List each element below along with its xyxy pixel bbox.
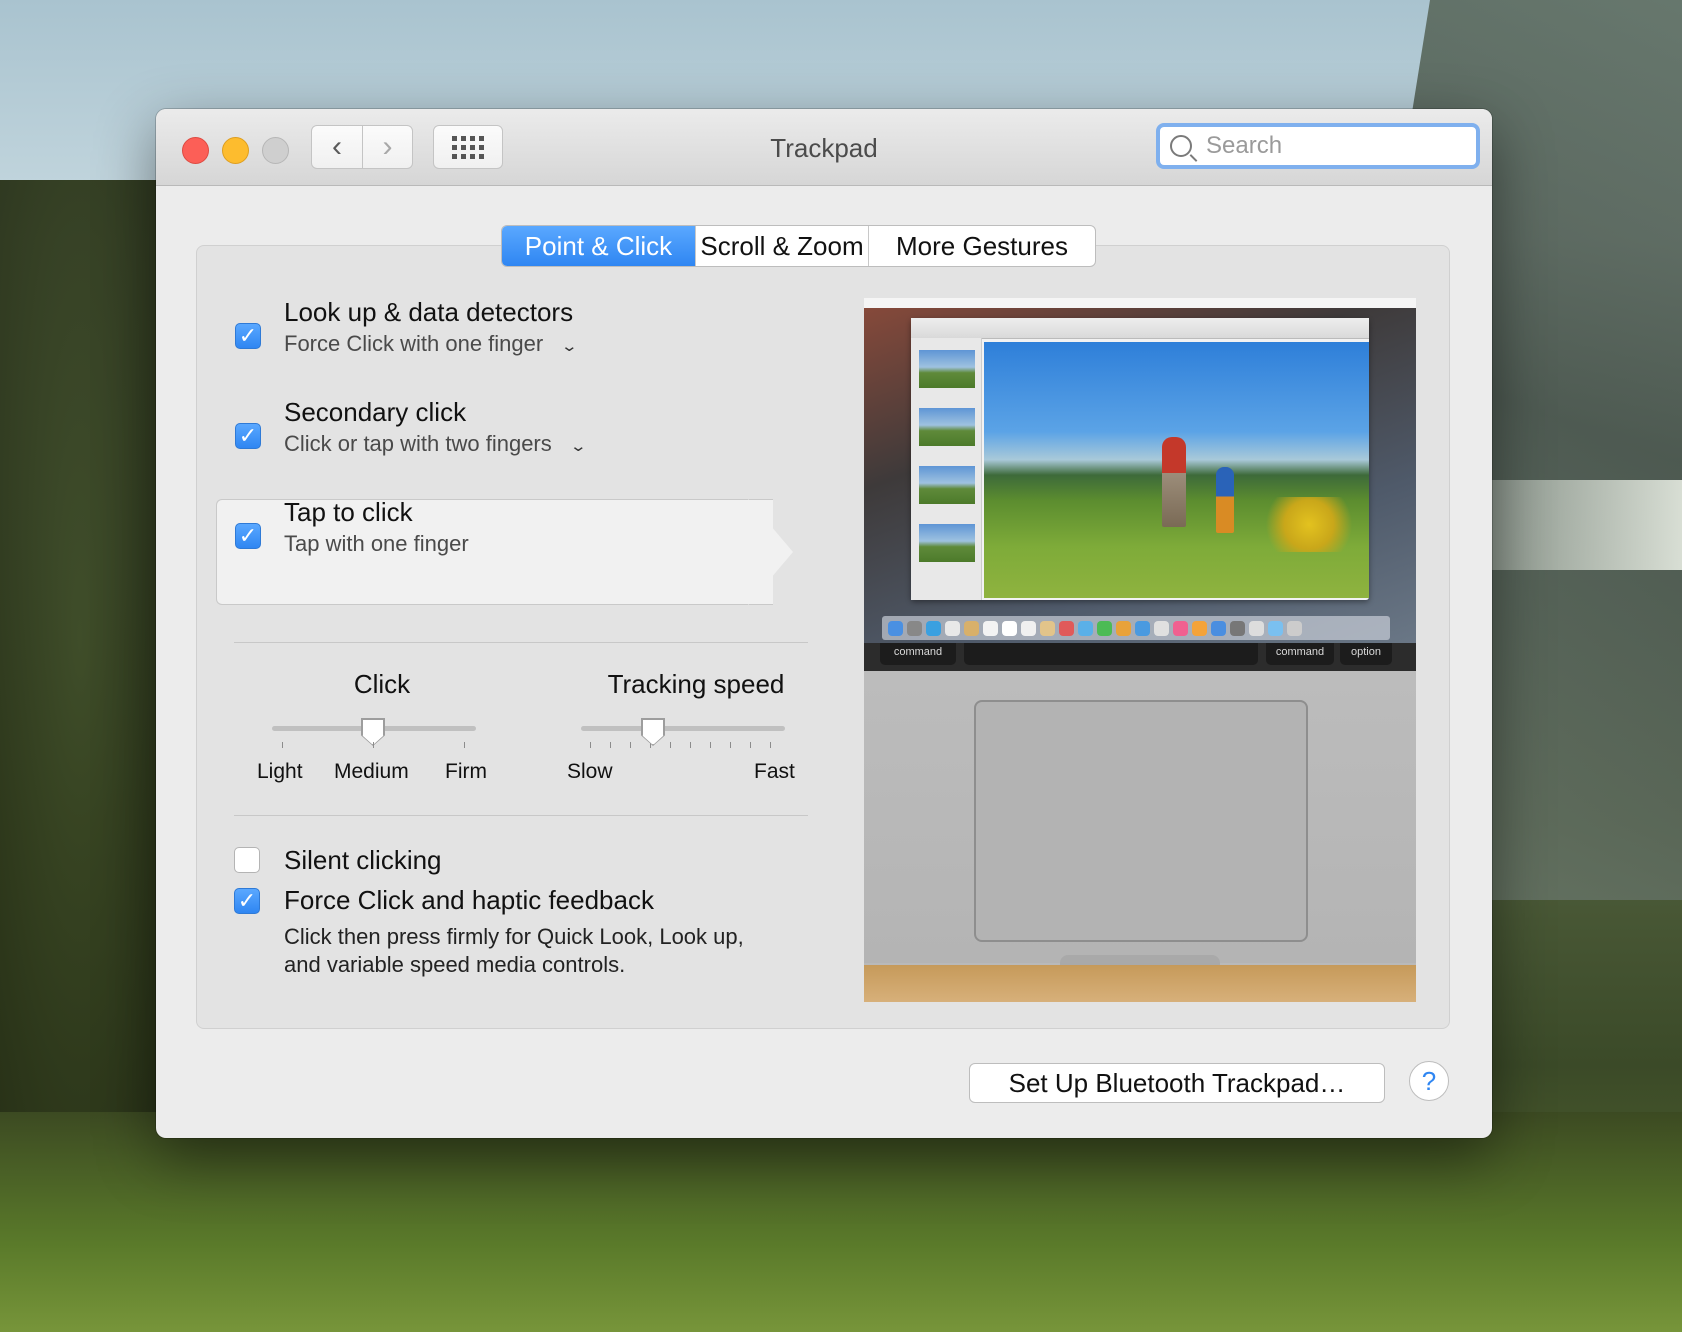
tab-point-click[interactable]: Point & Click xyxy=(502,226,695,266)
key-command-right: command xyxy=(1266,643,1334,665)
gesture-preview-video: command command option xyxy=(864,298,1416,1002)
tick xyxy=(710,742,711,748)
preview-app-window xyxy=(911,318,1369,600)
force-click-title: Force Click and haptic feedback xyxy=(284,885,654,915)
tap-to-click-subtitle: Tap with one finger xyxy=(284,531,469,556)
secondary-click-select[interactable]: Click or tap with two fingers ⌄ xyxy=(284,431,587,457)
divider xyxy=(234,815,808,816)
preview-menubar xyxy=(864,298,1416,308)
force-click-desc-line1: Click then press firmly for Quick Look, … xyxy=(284,924,744,949)
force-click-description: Click then press firmly for Quick Look, … xyxy=(284,923,804,979)
tap-to-click-title: Tap to click xyxy=(284,497,413,527)
secondary-click-subtitle: Click or tap with two fingers xyxy=(284,431,552,456)
titlebar: ‹ › Trackpad xyxy=(156,109,1492,186)
preview-thumbnail xyxy=(919,408,975,446)
search-field[interactable] xyxy=(1156,123,1480,169)
preview-thumbnail xyxy=(919,524,975,562)
preview-keyboard: command command option xyxy=(864,643,1416,671)
force-click-desc-line2: and variable speed media controls. xyxy=(284,952,626,977)
lookup-gesture-select[interactable]: Force Click with one finger ⌄ xyxy=(284,331,579,357)
secondary-click-title: Secondary click xyxy=(284,397,467,427)
click-light-label: Light xyxy=(257,760,303,783)
lookup-subtitle: Force Click with one finger xyxy=(284,331,544,356)
tracking-speed-label: Tracking speed xyxy=(607,669,785,699)
yellow-flowers xyxy=(1254,497,1364,552)
secondary-click-checkbox[interactable]: ✓ xyxy=(235,423,261,449)
tick xyxy=(750,742,751,748)
tracking-speed-track[interactable] xyxy=(581,726,785,731)
key-option: option xyxy=(1340,643,1392,665)
tick xyxy=(770,742,771,748)
preview-sidebar xyxy=(911,338,982,600)
tick xyxy=(282,742,283,748)
trackpad-illustration xyxy=(974,700,1308,942)
key-space xyxy=(964,643,1258,665)
chevron-down-icon: ⌄ xyxy=(569,438,587,455)
tick xyxy=(690,742,691,748)
tracking-slow-label: Slow xyxy=(567,760,613,783)
search-icon xyxy=(1170,135,1192,157)
divider xyxy=(234,642,808,643)
preview-thumbnail xyxy=(919,466,975,504)
tab-more-gestures[interactable]: More Gestures xyxy=(868,226,1095,266)
key-command-left: command xyxy=(880,643,956,665)
tick xyxy=(464,742,465,748)
wooden-table xyxy=(864,965,1416,1002)
preview-toolbar xyxy=(911,318,1369,339)
tick xyxy=(630,742,631,748)
hiker-figure xyxy=(1162,437,1186,527)
silent-clicking-checkbox[interactable] xyxy=(234,847,260,873)
tab-scroll-zoom[interactable]: Scroll & Zoom xyxy=(695,226,868,266)
tick xyxy=(610,742,611,748)
help-button[interactable]: ? xyxy=(1409,1061,1449,1101)
desktop-grass xyxy=(0,1112,1682,1332)
search-input[interactable] xyxy=(1204,131,1458,161)
click-firm-label: Firm xyxy=(445,760,487,783)
click-medium-label: Medium xyxy=(334,760,409,783)
tab-bar: Point & Click Scroll & Zoom More Gesture… xyxy=(501,225,1096,267)
setup-bluetooth-trackpad-button[interactable]: Set Up Bluetooth Trackpad… xyxy=(969,1063,1385,1103)
lookup-title: Look up & data detectors xyxy=(284,297,574,327)
hiker-figure xyxy=(1216,467,1234,533)
preview-thumbnail xyxy=(919,350,975,388)
preview-dock xyxy=(882,616,1390,640)
preview-hiking-photo xyxy=(984,342,1369,598)
trackpad-preferences-window: ‹ › Trackpad Point & Click Scroll & Zoom… xyxy=(156,109,1492,1138)
tracking-fast-label: Fast xyxy=(754,760,795,783)
click-slider-label: Click xyxy=(353,669,411,699)
tick xyxy=(670,742,671,748)
force-click-checkbox[interactable]: ✓ xyxy=(234,888,260,914)
tick xyxy=(590,742,591,748)
silent-clicking-title: Silent clicking xyxy=(284,845,442,875)
tick xyxy=(373,742,374,748)
tick xyxy=(730,742,731,748)
lookup-checkbox[interactable]: ✓ xyxy=(235,323,261,349)
tap-to-click-checkbox[interactable]: ✓ xyxy=(235,523,261,549)
chevron-down-icon: ⌄ xyxy=(560,338,579,355)
preview-screen xyxy=(864,298,1416,643)
